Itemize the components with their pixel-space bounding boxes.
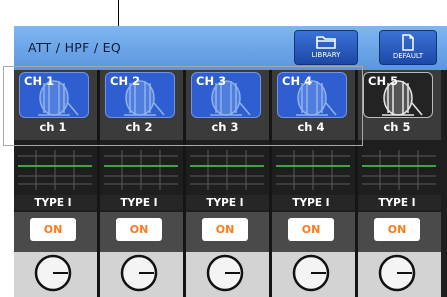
eq-graph[interactable] <box>104 150 178 190</box>
channel-icon-label: CH 5 <box>368 74 399 88</box>
eq-graph[interactable] <box>276 150 350 190</box>
default-button[interactable]: DEFAULT <box>379 30 437 65</box>
folder-icon <box>316 36 336 49</box>
page-title: ATT / HPF / EQ <box>28 40 122 55</box>
att-knob[interactable] <box>120 254 158 292</box>
eq-type-label: TYPE I <box>120 197 158 209</box>
eq-type-label: TYPE I <box>292 197 330 209</box>
eq-on-button[interactable]: ON <box>288 218 334 241</box>
eq-graph[interactable] <box>190 150 264 190</box>
eq-on-button[interactable]: ON <box>374 218 420 241</box>
channel-name: ch 5 <box>383 120 411 134</box>
eq-on-button[interactable]: ON <box>30 218 76 241</box>
library-button[interactable]: LIBRARY <box>294 30 358 65</box>
att-knob[interactable] <box>206 254 244 292</box>
eq-type-label: TYPE I <box>378 197 416 209</box>
channel-5: CH 5 ch 5 TYPE I ON <box>358 70 441 297</box>
att-knob[interactable] <box>34 254 72 292</box>
document-icon <box>402 34 414 51</box>
eq-type-label: TYPE I <box>206 197 244 209</box>
eq-on-button[interactable]: ON <box>116 218 162 241</box>
eq-graph[interactable] <box>362 150 436 190</box>
att-knob[interactable] <box>378 254 416 292</box>
library-label: LIBRARY <box>311 51 341 59</box>
default-label: DEFAULT <box>392 52 424 60</box>
att-knob[interactable] <box>292 254 330 292</box>
eq-on-button[interactable]: ON <box>202 218 248 241</box>
eq-graph[interactable] <box>18 150 92 190</box>
eq-type-label: TYPE I <box>34 197 72 209</box>
selection-highlight-box <box>3 66 363 146</box>
channel-icon-button[interactable]: CH 5 <box>363 72 433 118</box>
header-bar: ATT / HPF / EQ LIBRARY DEFAULT <box>14 26 447 70</box>
